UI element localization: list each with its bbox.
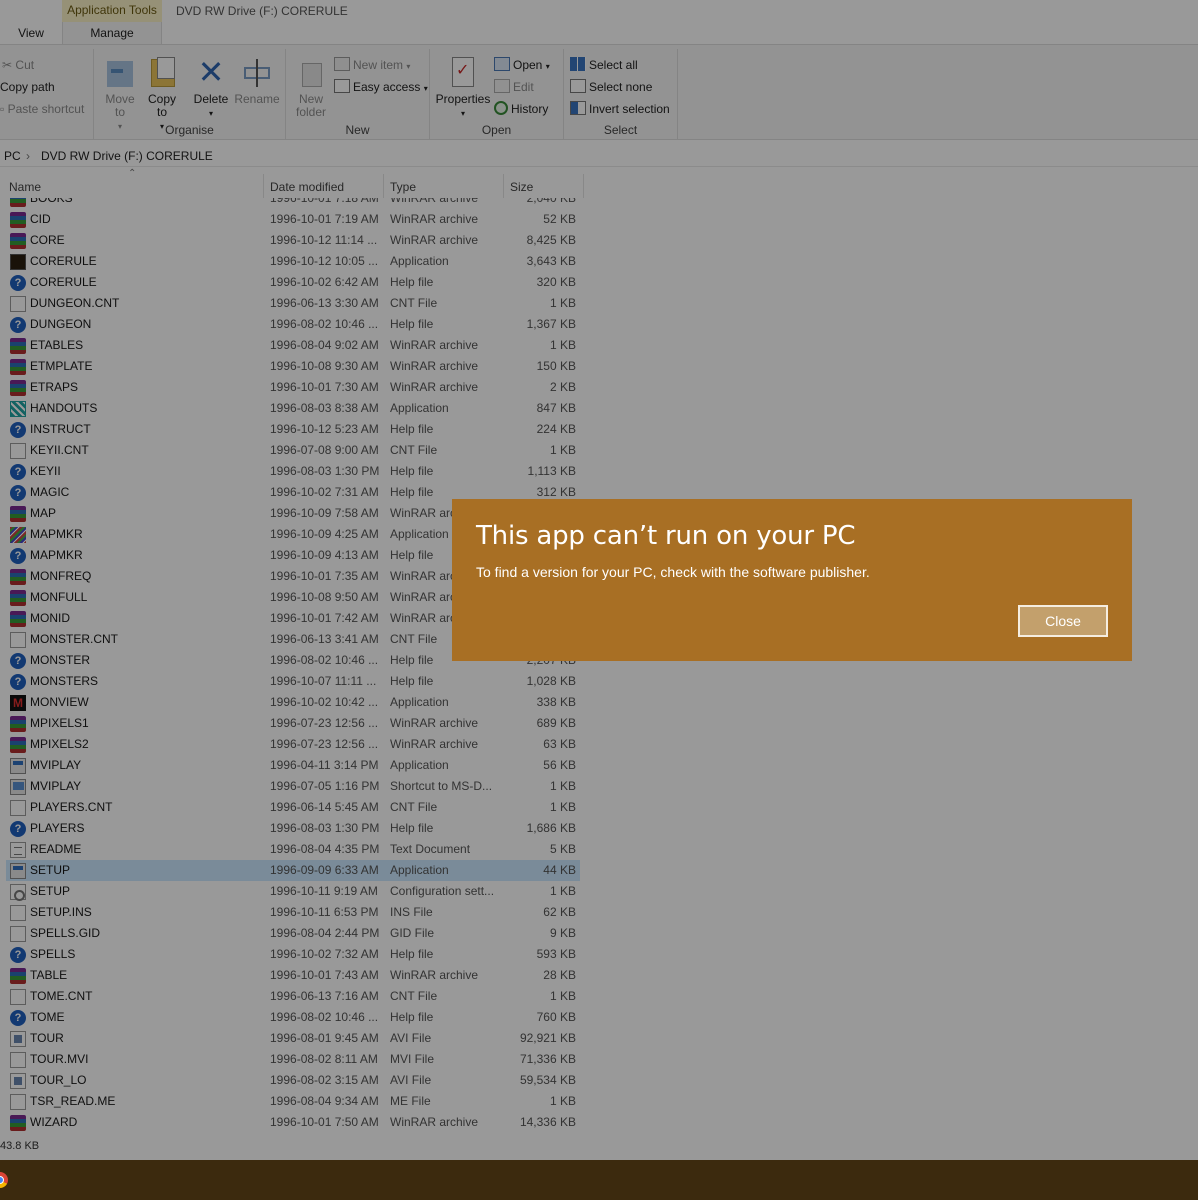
taskbar	[0, 1160, 1198, 1200]
dialog-title: This app can’t run on your PC	[476, 521, 856, 551]
chrome-icon[interactable]	[0, 1172, 8, 1188]
close-button[interactable]: Close	[1018, 605, 1108, 637]
dialog-message: To find a version for your PC, check wit…	[476, 564, 870, 580]
app-cant-run-dialog: This app can’t run on your PC To find a …	[452, 499, 1132, 661]
